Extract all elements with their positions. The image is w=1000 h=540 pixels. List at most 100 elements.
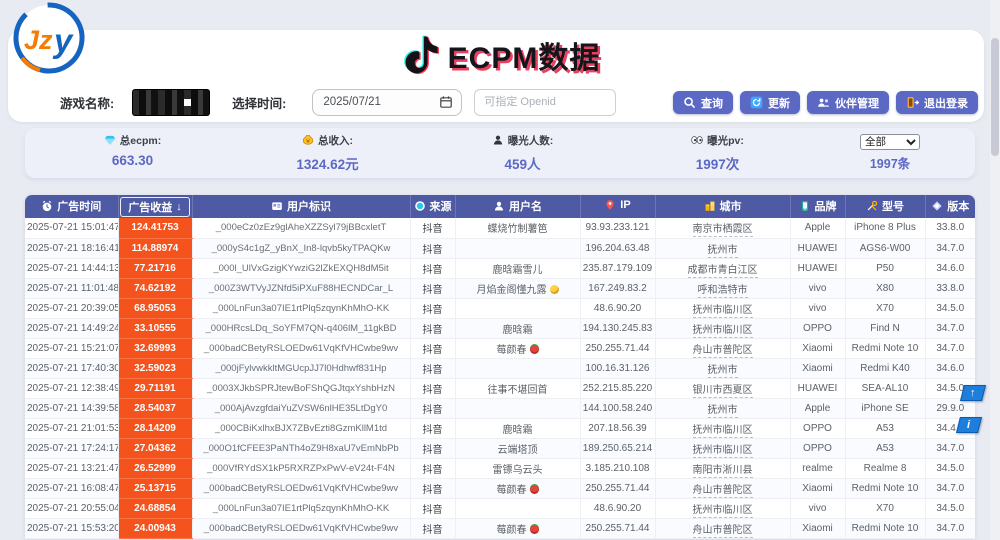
col-model-label: 型号 (882, 198, 904, 214)
col-ip: IP (580, 195, 655, 218)
city-link[interactable]: 抚州市临川区 (693, 445, 753, 458)
cell-ad-revenue: 28.14209 (118, 418, 192, 438)
city-link[interactable]: 舟山市普陀区 (693, 525, 753, 538)
logout-button-label: 退出登录 (924, 95, 968, 111)
pin-icon (604, 199, 616, 211)
cell-version: 34.7.0 (925, 238, 975, 258)
cell-ad-time: 2025-07-21 15:53:20 (25, 518, 118, 538)
up-arrow-icon: ↑ (970, 387, 976, 399)
date-input[interactable] (323, 96, 439, 108)
cell-source: 抖音 (410, 238, 455, 258)
city-link[interactable]: 南京市栖霞区 (693, 224, 753, 237)
cell-version: 33.8.0 (925, 278, 975, 298)
cell-brand: Apple (790, 218, 845, 238)
cell-ip: 250.255.71.44 (580, 338, 655, 358)
cell-user-id: _000O1fCFEE3PaNTh4oZ9H8xaU7vEmNbPb (192, 438, 410, 458)
total-count: 1997条 (870, 153, 910, 172)
refresh-button-label: 更新 (768, 95, 790, 111)
cell-ip: 48.6.90.20 (580, 298, 655, 318)
douyin-source-tag: 抖音 (423, 224, 443, 235)
cell-user-id: _0003XJkbSPRJtewBoFShQGJtqxYshbHzN (192, 378, 410, 398)
game-name-label: 游戏名称: (60, 93, 114, 112)
moonface-emoji (550, 285, 559, 294)
cell-source: 抖音 (410, 278, 455, 298)
logout-button[interactable]: 退出登录 (896, 91, 978, 114)
table-row: 2025-07-21 14:39:5828.54037_000AjAvzgfda… (25, 398, 975, 418)
city-link[interactable]: 抚州市临川区 (693, 425, 753, 438)
cell-brand: HUAWEI (790, 378, 845, 398)
user-icon (493, 200, 505, 212)
city-link[interactable]: 抚州市临川区 (693, 505, 753, 518)
cell-version: 33.8.0 (925, 218, 975, 238)
cell-brand: Xiaomi (790, 358, 845, 378)
cell-ad-time: 2025-07-21 17:24:17 (25, 438, 118, 458)
city-link[interactable]: 成都市青白江区 (688, 265, 758, 278)
back-to-top-button[interactable]: ↑ (960, 385, 986, 401)
cell-brand: OPPO (790, 438, 845, 458)
cell-username (455, 298, 580, 318)
cell-source: 抖音 (410, 298, 455, 318)
clock-icon (41, 200, 53, 212)
city-link[interactable]: 抚州市临川区 (693, 325, 753, 338)
stat-total-income: 总收入:1324.62元 (230, 133, 425, 174)
cell-username: 月焰金阁懂九露 (455, 278, 580, 298)
info-float-button[interactable]: i (956, 417, 982, 433)
cell-version: 34.7.0 (925, 318, 975, 338)
cell-ad-revenue: 24.68854 (118, 498, 192, 518)
table-row: 2025-07-21 13:21:4726.52999_000VfRYdSX1k… (25, 458, 975, 478)
cell-ad-time: 2025-07-21 21:01:53 (25, 418, 118, 438)
city-link[interactable]: 银川市西夏区 (693, 385, 753, 398)
cell-ad-time: 2025-07-21 16:08:47 (25, 478, 118, 498)
cell-ip: 235.87.179.109 (580, 258, 655, 278)
scrollbar-thumb[interactable] (991, 38, 999, 156)
cell-user-id: _000badCBetyRSLOEDw61VqKfVHCwbe9wv (192, 478, 410, 498)
filter-select[interactable]: 全部 (860, 134, 920, 150)
calendar-icon[interactable] (439, 95, 453, 109)
col-ad-revenue[interactable]: 广告收益↓ (118, 195, 192, 218)
cell-city: 南京市栖霞区 (655, 218, 790, 238)
query-button[interactable]: 查询 (673, 91, 733, 114)
partner-manage-button[interactable]: 伙伴管理 (807, 91, 889, 114)
cell-brand: vivo (790, 278, 845, 298)
douyin-source-tag: 抖音 (423, 245, 443, 256)
filter-form: 游戏名称: 选择时间: (60, 88, 616, 116)
cell-city: 呼和浩特市 (655, 278, 790, 298)
cell-source: 抖音 (410, 418, 455, 438)
cell-username: 雷镖乌云头 (455, 458, 580, 478)
refresh-button[interactable]: 更新 (740, 91, 800, 114)
table-row: 2025-07-21 15:53:2024.00943_000badCBetyR… (25, 518, 975, 538)
cell-model: iPhone 8 Plus (845, 218, 925, 238)
phone-icon (799, 200, 811, 212)
city-link[interactable]: 舟山市普陀区 (693, 485, 753, 498)
cell-version: 34.7.0 (925, 518, 975, 538)
city-link[interactable]: 呼和浩特市 (698, 285, 748, 298)
city-link[interactable]: 抚州市临川区 (693, 305, 753, 318)
cell-user-id: _000CBiKxlhxBJX7ZBvEzti8GzmKllM1td (192, 418, 410, 438)
stat-exposure-users-label: 曝光人数: (492, 133, 554, 148)
city-link[interactable]: 抚州市 (708, 405, 738, 418)
city-link[interactable]: 南阳市淅川县 (693, 465, 753, 478)
cell-source: 抖音 (410, 398, 455, 418)
stat-total-ecpm: 总ecpm:663.30 (35, 133, 230, 174)
date-picker[interactable] (312, 89, 462, 116)
city-link[interactable]: 抚州市 (708, 365, 738, 378)
strawberry-emoji (530, 485, 539, 494)
douyin-source-tag: 抖音 (423, 525, 443, 536)
cell-city: 抚州市 (655, 238, 790, 258)
openid-input[interactable] (474, 89, 616, 116)
cell-user-id: _000HRcsLDq_SoYFM7QN-q406lM_11gkBD (192, 318, 410, 338)
city-link[interactable]: 舟山市普陀区 (693, 345, 753, 358)
stat-total-ecpm-value: 663.30 (35, 153, 230, 168)
cell-user-id: _000eCz0zEz9glAheXZZSyl79jBBcxletT (192, 218, 410, 238)
stat-exposure-users: 曝光人数:459人 (425, 133, 620, 174)
city-link[interactable]: 抚州市 (708, 245, 738, 258)
cell-model: A53 (845, 418, 925, 438)
table-row: 2025-07-21 12:38:4929.71191_0003XJkbSPRJ… (25, 378, 975, 398)
stats-bar: 总ecpm:663.30总收入:1324.62元曝光人数:459人曝光pv:19… (25, 128, 975, 178)
cell-username: 鹿晗霜 (455, 318, 580, 338)
username-text: 莓颜春 (497, 485, 527, 496)
page-scrollbar[interactable] (990, 0, 1000, 540)
cell-city: 抚州市临川区 (655, 418, 790, 438)
cell-model: X70 (845, 498, 925, 518)
cell-ad-time: 2025-07-21 13:21:47 (25, 458, 118, 478)
